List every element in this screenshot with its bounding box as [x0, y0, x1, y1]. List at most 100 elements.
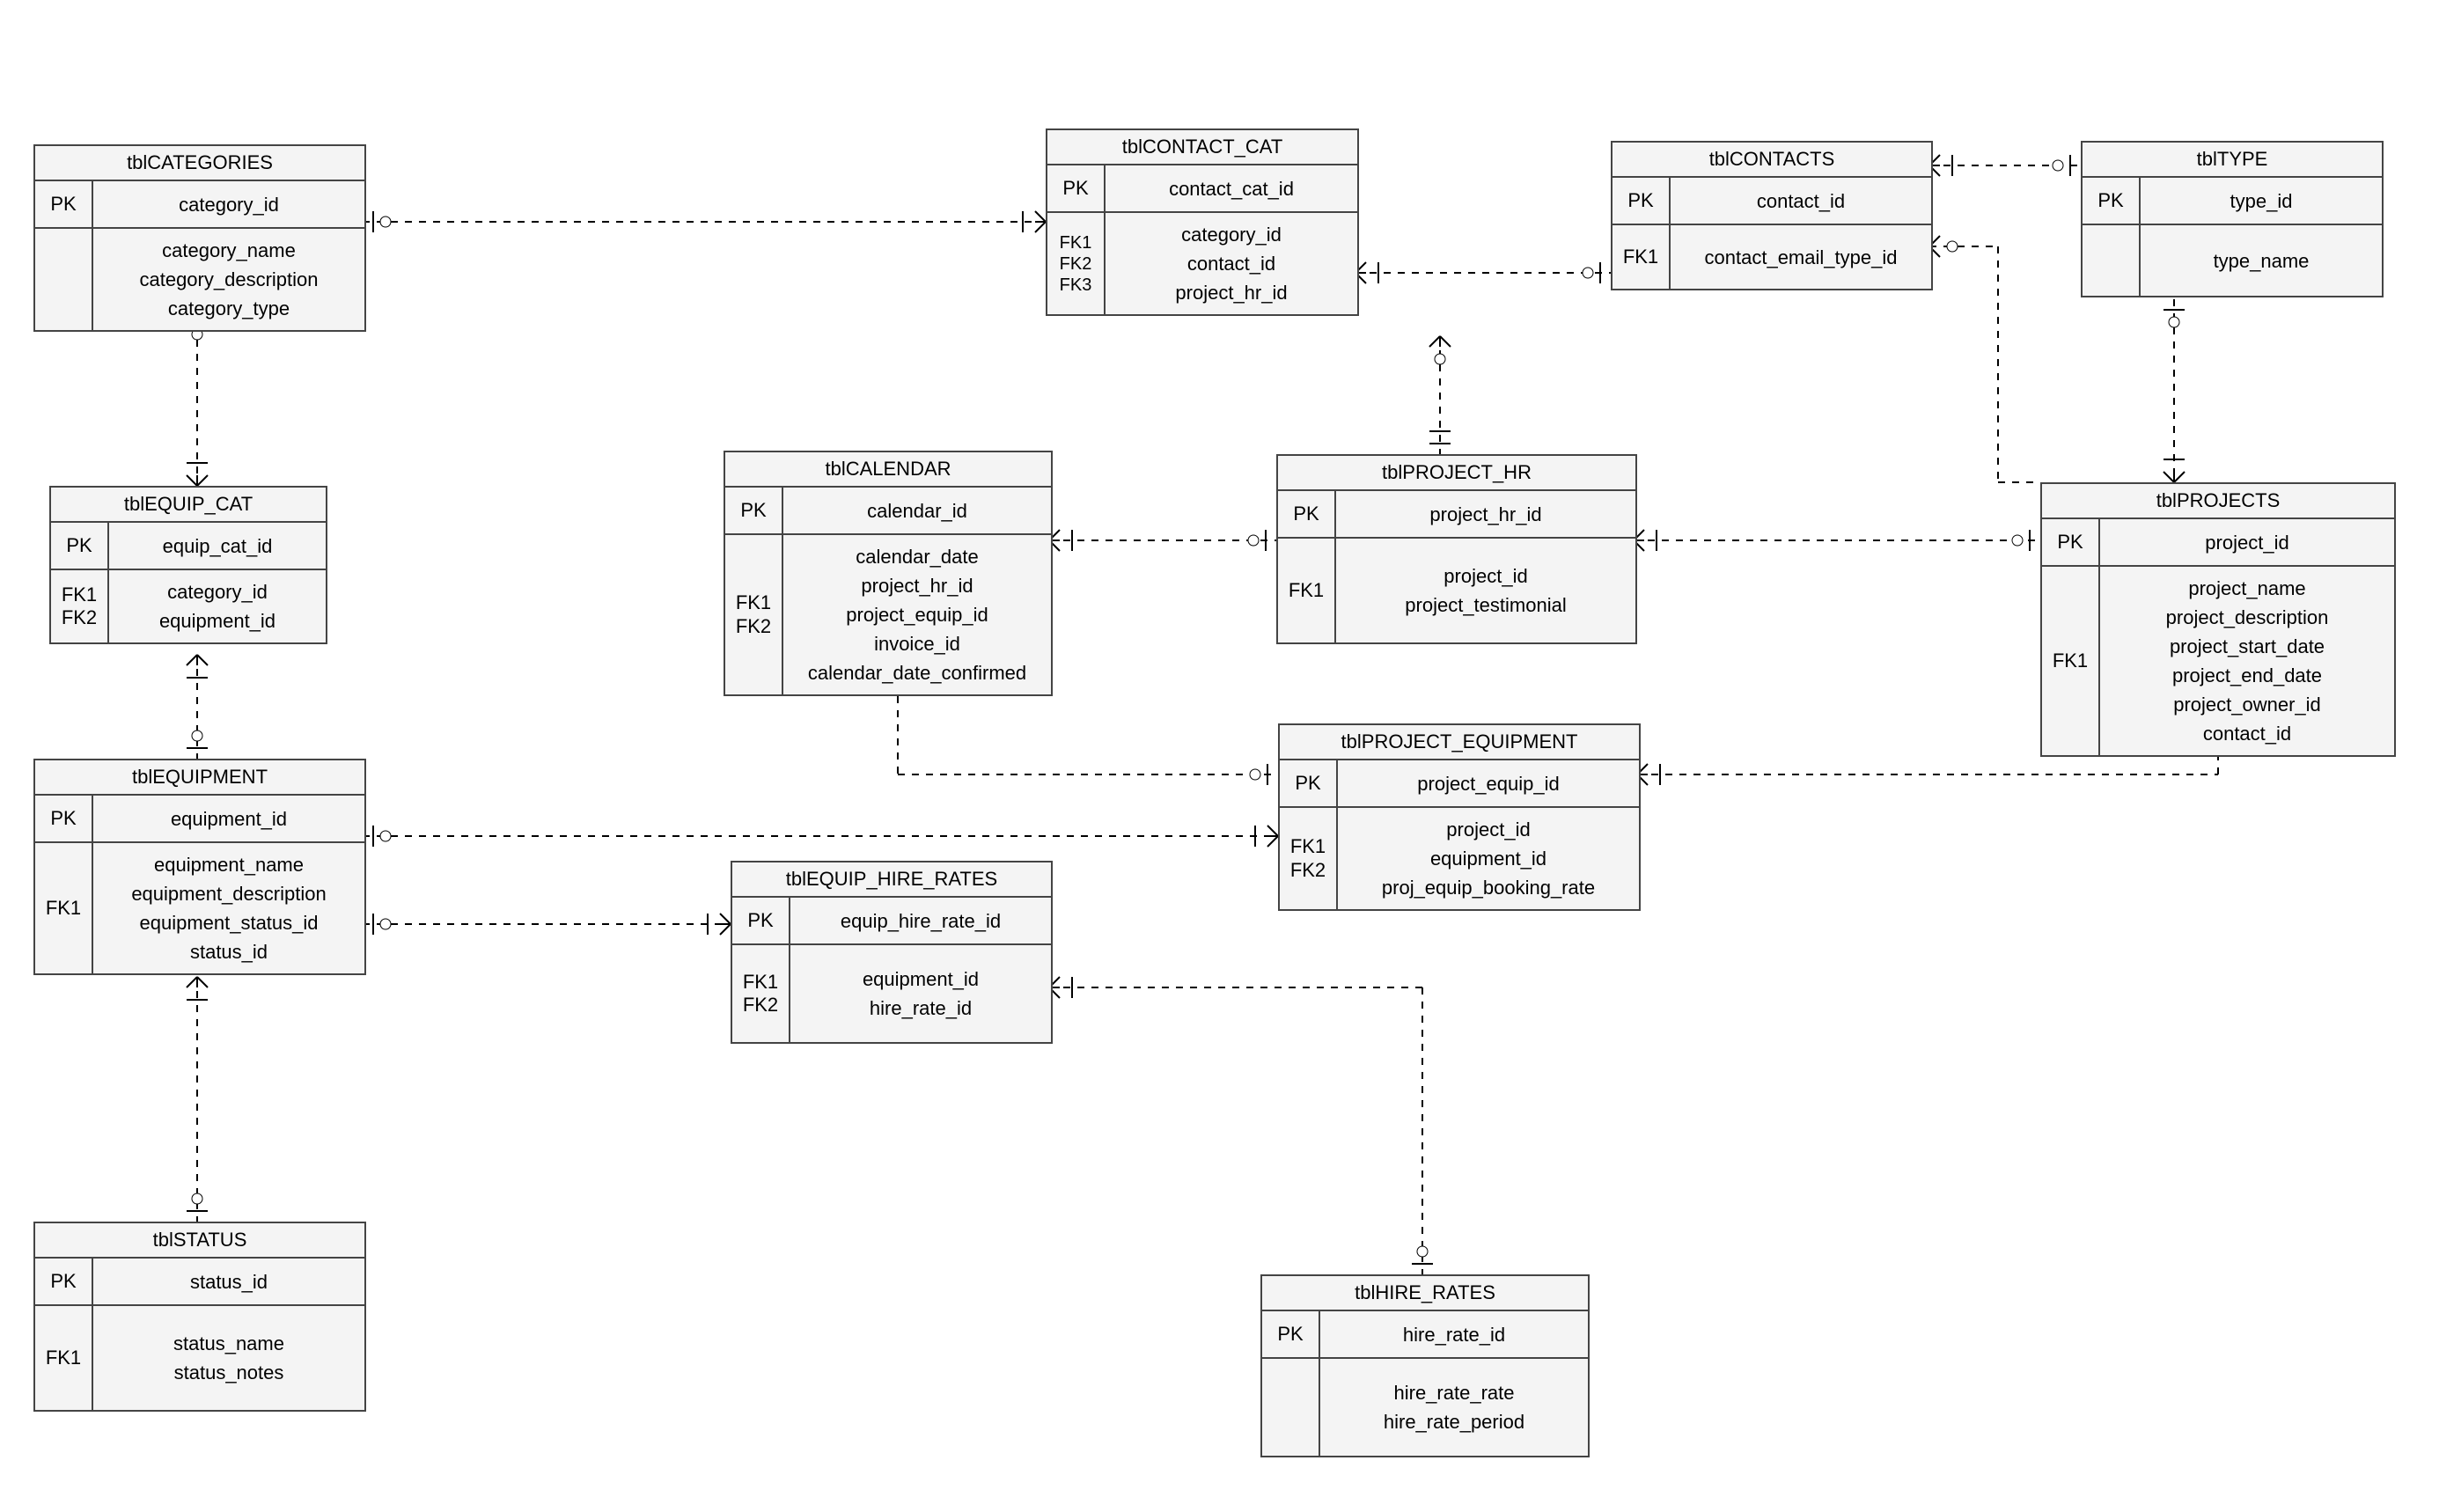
pk-field: status_id [93, 1259, 364, 1304]
entity-tblCATEGORIES: tblCATEGORIES PKcategory_id category_nam… [33, 144, 366, 332]
pk-field: type_id [2141, 178, 2382, 224]
key-label: FK1 [2042, 567, 2100, 755]
fields-list: contact_email_type_id [1671, 225, 1931, 289]
key-label [2083, 225, 2141, 296]
pk-label: PK [1262, 1311, 1320, 1357]
pk-label: PK [35, 796, 93, 841]
field: hire_rate_period [1329, 1407, 1579, 1436]
field: calendar_date [792, 542, 1042, 571]
entity-title: tblCATEGORIES [35, 146, 364, 181]
fields-list: category_name category_description categ… [93, 229, 364, 330]
entity-tblTYPE: tblTYPE PKtype_id type_name [2081, 141, 2384, 297]
field: hire_rate_rate [1329, 1378, 1579, 1407]
pk-label: PK [35, 1259, 93, 1304]
entity-tblCONTACT_CAT: tblCONTACT_CAT PKcontact_cat_id FK1 FK2 … [1046, 128, 1359, 316]
pk-field: project_id [2100, 519, 2394, 565]
field: project_id [1347, 815, 1630, 844]
field: equipment_id [1347, 844, 1630, 873]
key-label: FK1 FK2 [732, 945, 790, 1042]
pk-field: equip_cat_id [109, 523, 326, 569]
fields-list: hire_rate_rate hire_rate_period [1320, 1359, 1588, 1456]
fields-list: calendar_date project_hr_id project_equi… [783, 535, 1051, 694]
pk-field: contact_cat_id [1106, 165, 1357, 211]
entity-title: tblPROJECTS [2042, 484, 2394, 519]
field: equipment_id [118, 606, 317, 635]
entity-tblPROJECT_HR: tblPROJECT_HR PKproject_hr_id FK1 projec… [1276, 454, 1637, 644]
field: project_name [2109, 574, 2385, 603]
field: equipment_id [799, 965, 1042, 994]
key-label: FK1 FK2 [1280, 808, 1338, 909]
field: category_description [102, 265, 356, 294]
field: category_type [102, 294, 356, 323]
entity-title: tblCONTACTS [1613, 143, 1931, 178]
field: equipment_description [102, 879, 356, 908]
pk-field: project_equip_id [1338, 760, 1639, 806]
fields-list: equipment_id hire_rate_id [790, 945, 1051, 1042]
pk-label: PK [1047, 165, 1106, 211]
key-label: FK1 [35, 1306, 93, 1410]
pk-label: PK [725, 488, 783, 533]
entity-tblPROJECTS: tblPROJECTS PKproject_id FK1 project_nam… [2040, 482, 2396, 757]
pk-field: category_id [93, 181, 364, 227]
entity-title: tblHIRE_RATES [1262, 1276, 1588, 1311]
field: hire_rate_id [799, 994, 1042, 1023]
field: equipment_name [102, 850, 356, 879]
pk-field: contact_id [1671, 178, 1931, 224]
fields-list: equipment_name equipment_description equ… [93, 843, 364, 973]
pk-label: PK [1278, 491, 1336, 537]
pk-label: PK [51, 523, 109, 569]
pk-field: calendar_id [783, 488, 1051, 533]
field: contact_id [2109, 719, 2385, 748]
entity-tblEQUIPMENT: tblEQUIPMENT PKequipment_id FK1 equipmen… [33, 759, 366, 975]
field: project_end_date [2109, 661, 2385, 690]
field: status_name [102, 1329, 356, 1358]
key-label: FK1 FK2 [51, 570, 109, 642]
entity-tblEQUIP_CAT: tblEQUIP_CAT PKequip_cat_id FK1 FK2 cate… [49, 486, 327, 644]
field: category_id [1114, 220, 1348, 249]
entity-title: tblPROJECT_EQUIPMENT [1280, 725, 1639, 760]
entity-tblSTATUS: tblSTATUS PKstatus_id FK1 status_name st… [33, 1222, 366, 1412]
entity-title: tblCALENDAR [725, 452, 1051, 488]
pk-label: PK [35, 181, 93, 227]
entity-title: tblCONTACT_CAT [1047, 130, 1357, 165]
pk-field: project_hr_id [1336, 491, 1635, 537]
fields-list: project_id project_testimonial [1336, 539, 1635, 642]
pk-field: equipment_id [93, 796, 364, 841]
key-label: FK1 [35, 843, 93, 973]
pk-label: PK [2083, 178, 2141, 224]
field: proj_equip_booking_rate [1347, 873, 1630, 902]
pk-label: PK [732, 898, 790, 943]
key-label: FK1 FK2 [725, 535, 783, 694]
entity-tblPROJECT_EQUIPMENT: tblPROJECT_EQUIPMENT PKproject_equip_id … [1278, 723, 1641, 911]
field: category_name [102, 236, 356, 265]
field: project_start_date [2109, 632, 2385, 661]
field: project_owner_id [2109, 690, 2385, 719]
pk-label: PK [1613, 178, 1671, 224]
field: status_id [102, 937, 356, 966]
entity-title: tblEQUIPMENT [35, 760, 364, 796]
field: project_hr_id [792, 571, 1042, 600]
key-label [35, 229, 93, 330]
key-label: FK1 [1278, 539, 1336, 642]
field: project_hr_id [1114, 278, 1348, 307]
pk-label: PK [1280, 760, 1338, 806]
field: project_testimonial [1345, 591, 1627, 620]
field: contact_email_type_id [1679, 243, 1922, 272]
fields-list: type_name [2141, 225, 2382, 296]
entity-tblHIRE_RATES: tblHIRE_RATES PKhire_rate_id hire_rate_r… [1260, 1274, 1590, 1457]
field: project_equip_id [792, 600, 1042, 629]
pk-field: equip_hire_rate_id [790, 898, 1051, 943]
erd-canvas: tblCATEGORIES PKcategory_id category_nam… [0, 0, 2439, 1512]
fields-list: status_name status_notes [93, 1306, 364, 1410]
field: type_name [2149, 246, 2373, 275]
fields-list: category_id equipment_id [109, 570, 326, 642]
entity-tblCONTACTS: tblCONTACTS PKcontact_id FK1 contact_ema… [1611, 141, 1933, 290]
fields-list: project_name project_description project… [2100, 567, 2394, 755]
field: status_notes [102, 1358, 356, 1387]
field: contact_id [1114, 249, 1348, 278]
field: invoice_id [792, 629, 1042, 658]
pk-label: PK [2042, 519, 2100, 565]
field: project_description [2109, 603, 2385, 632]
entity-title: tblTYPE [2083, 143, 2382, 178]
entity-title: tblEQUIP_HIRE_RATES [732, 862, 1051, 898]
